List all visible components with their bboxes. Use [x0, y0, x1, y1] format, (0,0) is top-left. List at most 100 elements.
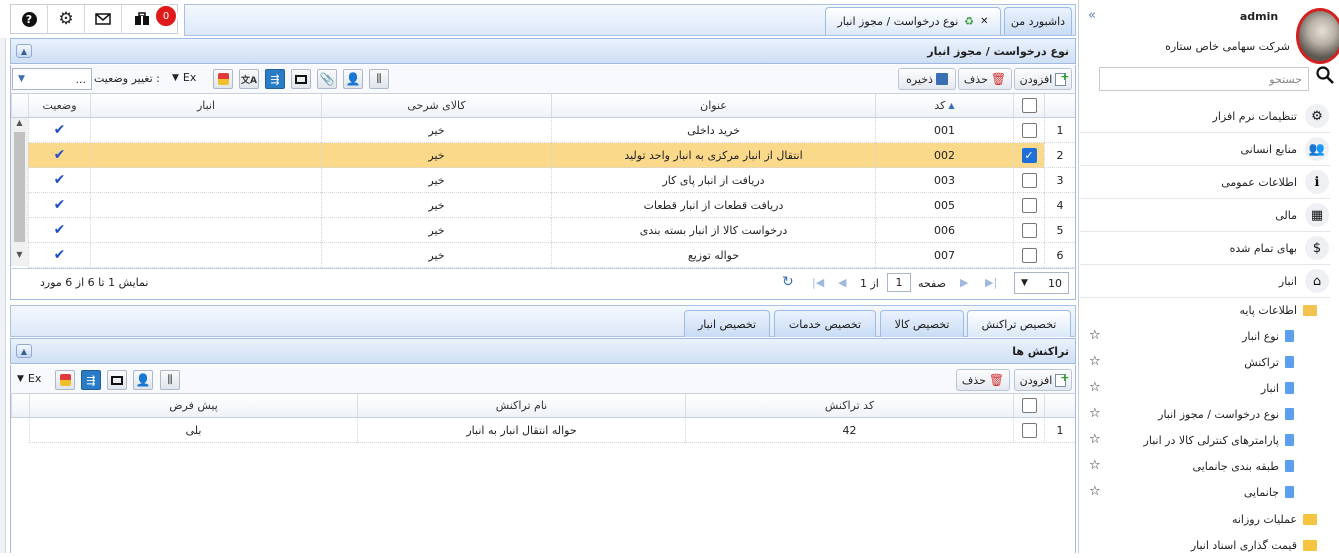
- favorite-star-icon[interactable]: ☆: [1089, 406, 1101, 421]
- search-icon[interactable]: [1316, 66, 1334, 87]
- select-all-checkbox-2[interactable]: [1021, 398, 1037, 413]
- subtab-warehouse[interactable]: تخصیص انبار: [684, 310, 770, 337]
- scrollbar[interactable]: ▲ ▼: [11, 118, 28, 266]
- row-status: ✔: [28, 143, 90, 168]
- favorite-star-icon[interactable]: ☆: [1089, 354, 1101, 369]
- scroll-up-icon[interactable]: ▲: [11, 118, 28, 132]
- page-input[interactable]: 1: [887, 273, 911, 292]
- col-status-header[interactable]: وضعیت: [28, 94, 90, 118]
- tab-active[interactable]: نوع درخواست / مجوز انبار ♻ ✕: [825, 7, 1001, 35]
- sidebar-collapse-icon[interactable]: «: [1088, 8, 1096, 23]
- add-button-2[interactable]: افزودن +: [1014, 369, 1072, 391]
- tree-item-3[interactable]: نوع درخواست / مجوز انبار: [1158, 401, 1294, 427]
- collapse-icon-2[interactable]: ▲: [16, 344, 32, 358]
- export-menu[interactable]: ▼ Ex: [172, 71, 196, 84]
- first-page-icon[interactable]: |◀: [812, 276, 824, 289]
- share-icon-2[interactable]: ⇶: [81, 370, 101, 390]
- top-icon-bar: ? ⚙: [10, 4, 178, 34]
- row-select-checkbox[interactable]: [1021, 172, 1037, 188]
- status-select[interactable]: ▼ ...: [12, 68, 92, 90]
- add-button[interactable]: افزودن +: [1014, 68, 1072, 90]
- tree-item-5[interactable]: طبقه بندی جانمایی: [1193, 453, 1294, 479]
- col-tx-name-header[interactable]: نام تراکنش: [357, 394, 685, 418]
- col-desc-header[interactable]: کالای شرحی: [321, 94, 551, 118]
- sidebar-item-2[interactable]: اطلاعات عمومی ℹ: [1079, 166, 1329, 198]
- favorite-star-icon[interactable]: ☆: [1089, 432, 1101, 447]
- tree-folder-base-info[interactable]: اطلاعات پایه: [1239, 297, 1317, 323]
- subtab-services[interactable]: تخصیص خدمات: [774, 310, 876, 337]
- tx-select-checkbox[interactable]: [1021, 422, 1037, 438]
- avatar[interactable]: [1296, 8, 1339, 64]
- sidebar-item-4[interactable]: بهای تمام شده $: [1079, 232, 1329, 264]
- mail-icon[interactable]: [85, 5, 122, 33]
- col-default-header[interactable]: پیش فرض: [29, 394, 357, 418]
- delete-button-2[interactable]: حذف 🗑: [956, 369, 1010, 391]
- col-code-header[interactable]: کد ▲: [875, 94, 1013, 118]
- clear-filter-icon-2[interactable]: [55, 370, 75, 390]
- close-tab-icon[interactable]: ✕: [980, 16, 988, 27]
- prev-page-icon[interactable]: ◀: [838, 276, 846, 289]
- user-icon[interactable]: 👤: [343, 69, 363, 89]
- tree-folder-1[interactable]: قیمت گذاری اسناد انبار: [1191, 532, 1317, 558]
- save-button[interactable]: ذخیره: [898, 68, 956, 90]
- add-icon-2: +: [1055, 371, 1069, 387]
- favorite-star-icon[interactable]: ☆: [1089, 484, 1101, 499]
- tree-item-6[interactable]: جانمایی: [1244, 479, 1294, 505]
- tree-item-2[interactable]: انبار: [1261, 375, 1294, 401]
- row-select-checkbox[interactable]: ✓: [1021, 147, 1037, 163]
- export-menu-2[interactable]: ▼ Ex: [17, 372, 41, 385]
- scroll-thumb[interactable]: [14, 132, 25, 242]
- tree-item-1[interactable]: تراکنش: [1244, 349, 1294, 375]
- sidebar-item-3[interactable]: مالی ▦: [1079, 199, 1329, 231]
- subtab-transactions-label: تخصیص تراکنش: [981, 317, 1057, 331]
- row-code: 003: [875, 168, 1013, 193]
- next-page-icon[interactable]: ▶: [960, 276, 968, 289]
- document-icon: [1285, 434, 1294, 446]
- col-title-header[interactable]: عنوان: [551, 94, 875, 118]
- col-tx-code-header[interactable]: کد تراکنش: [685, 394, 1013, 418]
- refresh-tab-icon[interactable]: ♻: [964, 15, 974, 28]
- sidebar-item-1[interactable]: منابع انسانی 👥: [1079, 133, 1329, 165]
- row-select-checkbox[interactable]: [1021, 247, 1037, 263]
- row-checkbox: [1013, 218, 1044, 243]
- scroll-down-icon[interactable]: ▼: [11, 250, 28, 264]
- subtab-goods[interactable]: تخصیص کالا: [880, 310, 964, 337]
- tree-item-0[interactable]: نوع انبار: [1242, 323, 1294, 349]
- favorite-star-icon[interactable]: ☆: [1089, 380, 1101, 395]
- clear-filter-icon[interactable]: [213, 69, 233, 89]
- page-size-select[interactable]: ▼ 10: [1014, 272, 1069, 294]
- column-chooser-icon[interactable]: ⫼: [369, 69, 389, 89]
- sidebar-item-label: بهای تمام شده: [1229, 241, 1297, 255]
- row-desc: خیر: [321, 118, 551, 143]
- share-icon[interactable]: ⇶: [265, 69, 285, 89]
- col-warehouse-header[interactable]: انبار: [90, 94, 321, 118]
- row-select-checkbox[interactable]: [1021, 197, 1037, 213]
- notification-badge[interactable]: 0: [154, 4, 178, 28]
- tree-folder-0[interactable]: عملیات روزانه: [1232, 506, 1317, 532]
- row-select-checkbox[interactable]: [1021, 122, 1037, 138]
- tree-item-4[interactable]: پارامترهای کنترلی کالا در انبار: [1144, 427, 1294, 453]
- user-icon-2[interactable]: 👤: [133, 370, 153, 390]
- sidebar-item-0[interactable]: تنظیمات نرم افزار ⚙: [1079, 100, 1329, 132]
- favorite-star-icon[interactable]: ☆: [1089, 328, 1101, 343]
- tree-item-label: انبار: [1260, 381, 1279, 395]
- attach-icon[interactable]: 📎: [317, 69, 337, 89]
- sidebar-item-5[interactable]: انبار ⌂: [1079, 265, 1329, 297]
- select-all-checkbox[interactable]: [1021, 98, 1037, 113]
- tab-dashboard[interactable]: داشبورد من: [1004, 7, 1072, 35]
- search-input[interactable]: جستجو: [1099, 67, 1309, 91]
- refresh-icon[interactable]: ↻: [782, 274, 794, 290]
- print-icon[interactable]: [291, 69, 311, 89]
- print-icon-2[interactable]: [107, 370, 127, 390]
- translate-icon[interactable]: 文A: [239, 69, 259, 89]
- help-icon[interactable]: ?: [11, 5, 48, 33]
- last-page-icon[interactable]: ▶|: [985, 276, 997, 289]
- delete-button[interactable]: حذف 🗑: [958, 68, 1012, 90]
- collapse-icon[interactable]: ▲: [16, 44, 32, 58]
- settings-icon[interactable]: ⚙: [48, 5, 85, 33]
- row-select-checkbox[interactable]: [1021, 222, 1037, 238]
- chevron-down-icon: ▼: [172, 72, 179, 83]
- subtab-transactions[interactable]: تخصیص تراکنش: [967, 310, 1071, 337]
- favorite-star-icon[interactable]: ☆: [1089, 458, 1101, 473]
- column-chooser-icon-2[interactable]: ⫼: [160, 370, 180, 390]
